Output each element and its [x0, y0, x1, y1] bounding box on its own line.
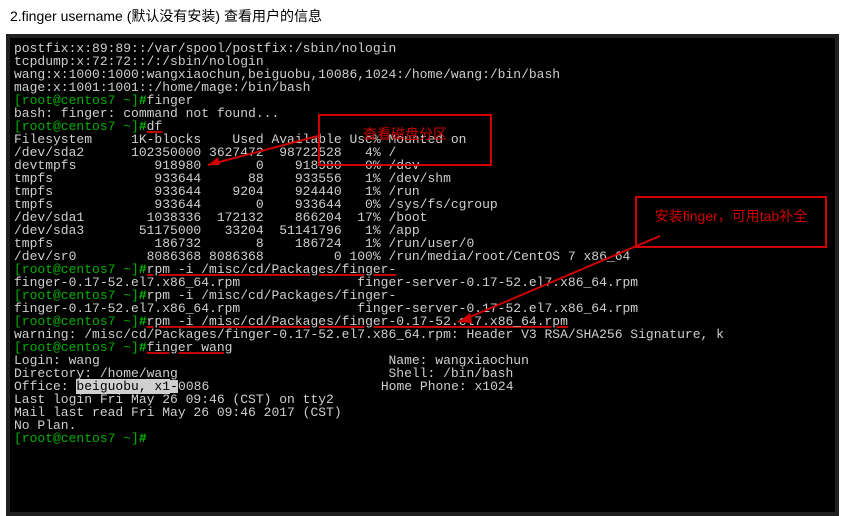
terminal-window: postfix:x:89:89::/var/spool/postfix:/sbi… [6, 34, 839, 516]
annotation-install-finger: 安装finger，可用tab补全 [635, 196, 827, 248]
section-heading: 2.finger username (默认没有安装) 查看用户的信息 [0, 0, 845, 34]
annotation-disk: 查看磁盘分区 [318, 114, 492, 166]
